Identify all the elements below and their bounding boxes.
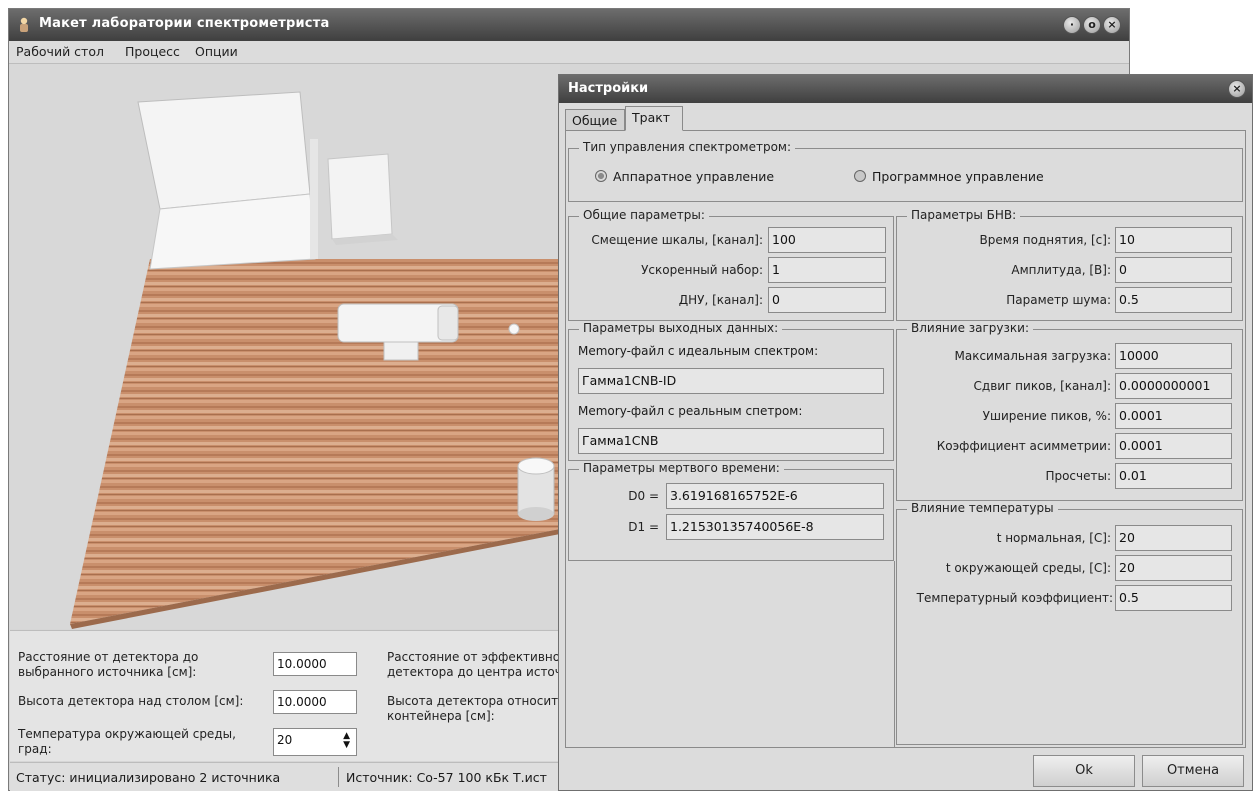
peak-shift-input[interactable]: 0.0000000001 [1115, 373, 1232, 399]
d0-label: D0 = [628, 489, 659, 503]
app-icon [20, 17, 28, 32]
detector-params-panel: Расстояние от детектора до выбранного ис… [10, 630, 560, 761]
max-load-label: Максимальная загрузка: [954, 349, 1111, 363]
bnv-params-title: Параметры БНВ: [907, 208, 1021, 222]
hardware-radio[interactable] [595, 170, 607, 182]
source-status-text: Источник: Co-57 100 кБк Т.ист [346, 770, 547, 785]
t-normal-input[interactable]: 20 [1115, 525, 1232, 551]
tab-general[interactable]: Общие [565, 109, 625, 131]
bnv-params-group: Параметры БНВ: Время поднятия, [с]: 10 А… [896, 208, 1243, 321]
dnu-label: ДНУ, [канал]: [678, 293, 763, 307]
lab-scene-graphic [10, 64, 560, 629]
asymmetry-label: Коэффициент асимметрии: [936, 439, 1111, 453]
ideal-file-input[interactable]: Гамма1CNB-ID [578, 368, 884, 394]
height-input[interactable]: 10.0000 [273, 690, 357, 714]
peak-broadening-label: Уширение пиков, %: [982, 409, 1111, 423]
source-point [508, 323, 520, 335]
output-params-group: Параметры выходных данных: Memory-файл с… [568, 321, 894, 461]
cancel-button[interactable]: Отмена [1142, 755, 1244, 787]
t-ambient-input[interactable]: 20 [1115, 555, 1232, 581]
ok-button[interactable]: Ok [1033, 755, 1135, 787]
amplitude-label: Амплитуда, [В]: [1011, 263, 1111, 277]
spin-arrows-icon[interactable]: ▲ ▼ [343, 732, 350, 750]
temp-coef-label: Температурный коэффициент: [916, 591, 1113, 605]
rise-time-input[interactable]: 10 [1115, 227, 1232, 253]
temperature-params-title: Влияние температуры [907, 501, 1058, 515]
control-type-title: Тип управления спектрометром: [579, 140, 796, 154]
temperature-label: Температура окружающей среды, град: [18, 727, 236, 756]
distance-label: Расстояние от детектора до выбранного ис… [18, 650, 199, 679]
temperature-spinbox[interactable]: 20 ▲ ▼ [273, 728, 357, 756]
status-text: Статус: инициализировано 2 источника [16, 770, 281, 785]
electronics-unit [327, 153, 393, 240]
d1-input[interactable]: 1.21530135740056E-8 [666, 514, 884, 540]
laptop-screen [137, 91, 311, 210]
software-radio[interactable] [854, 170, 866, 182]
t-ambient-label: t окружающей среды, [С]: [945, 561, 1111, 575]
miscount-input[interactable]: 0.01 [1115, 463, 1232, 489]
asymmetry-input[interactable]: 0.0001 [1115, 433, 1232, 459]
max-load-input[interactable]: 10000 [1115, 343, 1232, 369]
real-file-input[interactable]: Гамма1CNB [578, 428, 884, 454]
status-divider [338, 767, 339, 787]
close-button[interactable]: × [1103, 16, 1121, 34]
temperature-params-group: Влияние температуры t нормальная, [С]: 2… [896, 501, 1243, 745]
eff-distance-label: Расстояние от эффективного центра детект… [387, 650, 560, 679]
peak-broadening-input[interactable]: 0.0001 [1115, 403, 1232, 429]
menu-process[interactable]: Процесс [125, 44, 180, 59]
minimize-button[interactable]: · [1063, 16, 1081, 34]
temp-coef-input[interactable]: 0.5 [1115, 585, 1232, 611]
tab-tract-pane: Тип управления спектрометром: Аппаратное… [565, 130, 1246, 748]
t-normal-label: t нормальная, [С]: [996, 531, 1111, 545]
hardware-radio-label[interactable]: Аппаратное управление [613, 169, 774, 184]
rel-height-label: Высота детектора относительно дна контей… [387, 694, 560, 723]
amplitude-input[interactable]: 0 [1115, 257, 1232, 283]
d0-input[interactable]: 3.619168165752E-6 [666, 483, 884, 509]
settings-dialog: Настройки × Общие Тракт Тип управления с… [558, 74, 1253, 791]
maximize-button[interactable]: o [1083, 16, 1101, 34]
dialog-titlebar[interactable]: Настройки × [559, 75, 1252, 103]
noise-label: Параметр шума: [1006, 293, 1111, 307]
d1-label: D1 = [628, 520, 659, 534]
menu-bar: Рабочий стол Процесс Опции [9, 41, 1129, 64]
status-bar: Статус: инициализировано 2 источника Ист… [10, 762, 560, 791]
main-titlebar[interactable]: Макет лаборатории спектрометриста · o × [9, 9, 1129, 41]
software-radio-label[interactable]: Программное управление [872, 169, 1044, 184]
scale-shift-input[interactable]: 100 [768, 227, 886, 253]
noise-input[interactable]: 0.5 [1115, 287, 1232, 313]
peak-shift-label: Сдвиг пиков, [канал]: [973, 379, 1111, 393]
deadtime-params-title: Параметры мертвого времени: [579, 461, 784, 475]
miscount-label: Просчеты: [1045, 469, 1111, 483]
scale-shift-label: Смещение шкалы, [канал]: [591, 233, 763, 247]
accelerated-label: Ускоренный набор: [641, 263, 763, 277]
common-params-title: Общие параметры: [579, 208, 709, 222]
dialog-close-button[interactable]: × [1228, 80, 1246, 98]
lab-3d-view[interactable] [10, 64, 560, 629]
load-params-title: Влияние загрузки: [907, 321, 1033, 335]
control-type-group: Тип управления спектрометром: Аппаратное… [568, 140, 1243, 202]
load-params-group: Влияние загрузки: Максимальная загрузка:… [896, 321, 1243, 501]
column-divider [894, 561, 895, 747]
main-window-title: Макет лаборатории спектрометриста [39, 16, 330, 31]
temperature-value: 20 [277, 733, 293, 747]
dnu-input[interactable]: 0 [768, 287, 886, 313]
menu-options[interactable]: Опции [195, 44, 238, 59]
ideal-file-label: Memory-файл с идеальным спектром: [578, 344, 819, 358]
dialog-title: Настройки [568, 81, 649, 96]
menu-desktop[interactable]: Рабочий стол [16, 44, 104, 59]
distance-input[interactable]: 10.0000 [273, 652, 357, 676]
output-params-title: Параметры выходных данных: [579, 321, 783, 335]
common-params-group: Общие параметры: Смещение шкалы, [канал]… [568, 208, 894, 321]
rise-time-label: Время поднятия, [с]: [979, 233, 1111, 247]
tab-tract[interactable]: Тракт [625, 106, 683, 131]
height-label: Высота детектора над столом [см]: [18, 694, 244, 708]
deadtime-params-group: Параметры мертвого времени: D0 = 3.61916… [568, 461, 894, 561]
accelerated-input[interactable]: 1 [768, 257, 886, 283]
real-file-label: Memory-файл с реальным спетром: [578, 404, 803, 418]
